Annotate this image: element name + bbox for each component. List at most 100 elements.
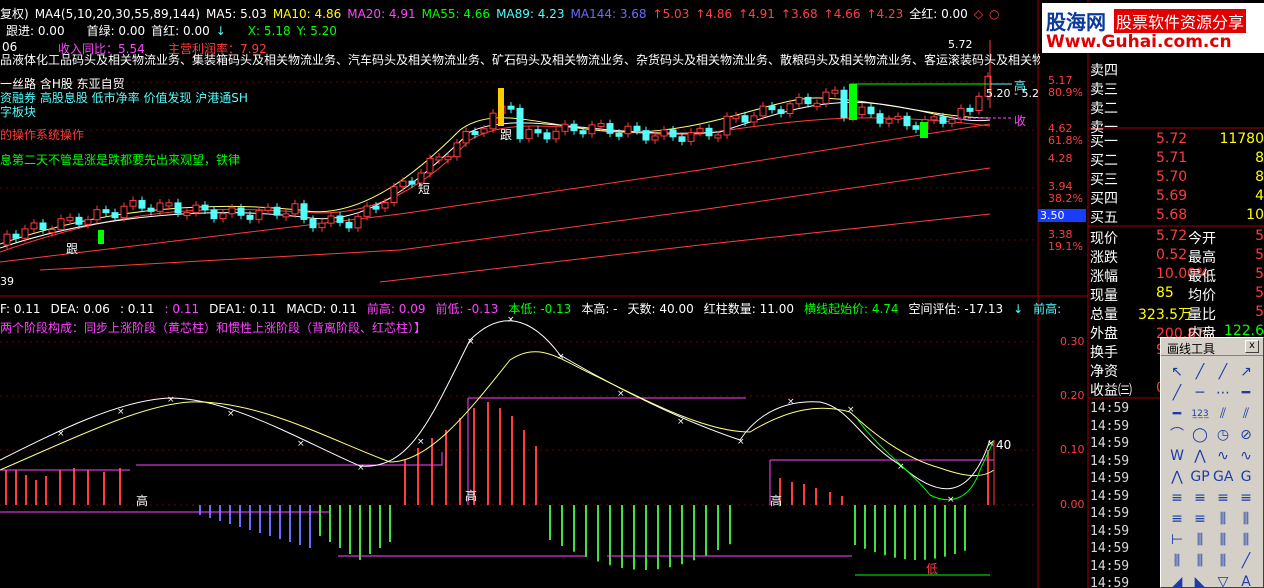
drawing-tool-button[interactable]: 1̲2̲3̲ (1190, 404, 1210, 424)
drawing-tool-button[interactable]: ⫽ (1236, 404, 1256, 424)
drawing-tool-button[interactable]: ⊘ (1236, 425, 1256, 445)
drawing-tool-button[interactable]: ∿ (1236, 446, 1256, 466)
candle-body (174, 202, 182, 214)
drawing-tool-button[interactable]: ━ (1167, 404, 1187, 424)
drawing-tool-button[interactable]: ↗ (1236, 362, 1256, 382)
drawing-tool-button[interactable]: ◢ (1167, 572, 1187, 588)
drawing-tool-button[interactable]: ⋀ (1167, 467, 1187, 487)
drawing-tool-button[interactable]: ─ (1190, 383, 1210, 403)
indicator-description: 两个阶段构成：同步上涨阶段（黄芯柱）和惯性上涨阶段（背离阶段、红芯柱）】 (0, 321, 427, 335)
price-axis-label: 4.28 (1048, 152, 1073, 165)
candle-body (39, 222, 47, 231)
drawing-tool-button[interactable]: ≡ (1213, 488, 1233, 508)
drawing-tool-button[interactable]: ╱ (1167, 383, 1187, 403)
drawing-tool-button[interactable]: ╱ (1190, 362, 1210, 382)
ref-value-3-text: 4.91 (748, 6, 775, 21)
ind-b: : 0.11 (119, 301, 155, 316)
tip-line-2: 息第二天不管是涨是跌都要先出来观望，铁律 (0, 153, 241, 167)
drawing-tool-button[interactable]: ⫽ (1213, 404, 1233, 424)
drawing-tool-button[interactable]: ⌒ (1167, 425, 1187, 445)
sell-level-row[interactable]: 卖二 (1088, 98, 1264, 117)
candle-body (777, 109, 785, 114)
drawing-tool-button[interactable]: GP (1190, 467, 1210, 487)
drawing-tool-button[interactable]: ⫼ (1213, 530, 1233, 550)
drawing-tool-button[interactable]: ↖ (1167, 362, 1187, 382)
drawing-tool-button[interactable]: ⫼ (1167, 551, 1187, 571)
concept-tags-2: 资融券 高股息股 低市净率 价值发现 沪港通SH (0, 91, 248, 105)
candle-body (732, 115, 740, 120)
buy-level-row[interactable]: 买四 5.69 4 (1088, 188, 1264, 207)
candle-body (237, 207, 245, 216)
candle-body (147, 207, 155, 212)
drawing-tool-button[interactable]: W (1167, 446, 1187, 466)
candle-body (255, 209, 263, 220)
sell-level-row[interactable]: 卖四 (1088, 60, 1264, 79)
ind-dea: DEA: 0.06 (50, 301, 110, 316)
drawing-tool-button[interactable]: ╱ (1236, 551, 1256, 571)
shouhong-value: 首红: 0.00 (151, 24, 210, 38)
drawing-tool-button[interactable]: ◯ (1190, 425, 1210, 445)
drawing-tool-button[interactable]: ⫼ (1213, 551, 1233, 571)
ma144-value: MA144: 3.68 (570, 6, 647, 21)
drawing-tool-button[interactable]: A (1236, 572, 1256, 588)
candle-body (813, 102, 821, 107)
drawing-tool-window[interactable]: 画线工具 x ↖ ╱ ╱ ↗ ╱ ─ ⋯ ━ ━ 1̲2̲3̲ ⫽ ⫽ ⌒ ◯ ◷ ⊘ W ⋀ ∿ ∿ ⋀ GP GA G ≡ ≡… (1160, 337, 1264, 588)
dif-point-marker: × (557, 352, 565, 362)
indicator-axis-label: 0.30 (1060, 335, 1085, 348)
price-axis-label: 19.1% (1048, 240, 1083, 253)
circle-icon[interactable]: ○ (989, 7, 999, 21)
drawing-tool-button[interactable]: ⫼ (1190, 530, 1210, 550)
drawing-tool-button[interactable]: ◣ (1190, 572, 1210, 588)
drawing-tool-button[interactable]: ≡ (1190, 488, 1210, 508)
sell-level-row[interactable]: 卖三 (1088, 79, 1264, 98)
drawing-tool-button[interactable]: ⫼ (1190, 551, 1210, 571)
drawing-tool-button[interactable]: ▽ (1213, 572, 1233, 588)
candle-body (822, 91, 830, 104)
quote-stat-row: 现量 85 均价 5 (1088, 285, 1264, 304)
buy-level-price: 5.70 (1156, 169, 1188, 185)
tick-time: 14:59 (1090, 506, 1130, 521)
tick-time: 14:59 (1090, 418, 1130, 434)
buy-level-row[interactable]: 买一 5.72 11780 (1088, 131, 1264, 150)
stat-value: 0.52 (1156, 247, 1188, 263)
candle-body (651, 135, 659, 141)
candle-body (390, 186, 398, 204)
range-line (136, 452, 443, 466)
drawing-tool-button[interactable]: ╱ (1213, 362, 1233, 382)
drawing-tool-titlebar[interactable]: 画线工具 x (1161, 338, 1263, 356)
drawing-tool-button[interactable]: GA (1213, 467, 1233, 487)
drawing-tool-button[interactable]: ≡ (1190, 509, 1210, 529)
drawing-tool-button[interactable]: ≡ (1167, 488, 1187, 508)
drawing-tool-button[interactable]: ∿ (1213, 446, 1233, 466)
candle-body (939, 116, 947, 124)
drawing-tool-button[interactable]: ⫼ (1236, 530, 1256, 550)
candle-body (48, 229, 56, 234)
ref-value-2: ↑4.86 (695, 6, 733, 21)
dif-point-marker: × (467, 337, 475, 347)
drawing-tool-button[interactable]: ⋯ (1213, 383, 1233, 403)
buy-level-row[interactable]: 买五 5.68 10 (1088, 207, 1264, 226)
drawing-tool-button[interactable]: ≡ (1167, 509, 1187, 529)
drawing-tool-button[interactable]: ━ (1236, 383, 1256, 403)
range-line (467, 397, 746, 505)
candle-body (435, 156, 443, 161)
buy-level-price: 5.68 (1156, 207, 1188, 223)
drawing-tool-button[interactable]: ⋀ (1190, 446, 1210, 466)
drawing-tool-button[interactable]: ⊢ (1167, 530, 1187, 550)
drawing-tool-button[interactable]: G (1236, 467, 1256, 487)
drawing-tool-button[interactable]: ⫼ (1236, 509, 1256, 529)
buy-level-price: 5.72 (1156, 131, 1188, 147)
diamond-icon[interactable]: ◇ (974, 7, 983, 21)
ma89-value: MA89: 4.23 (496, 6, 565, 21)
buy-level-row[interactable]: 买三 5.70 8 (1088, 169, 1264, 188)
close-button[interactable]: x (1245, 340, 1259, 353)
drawing-tool-button[interactable]: ⫼ (1213, 509, 1233, 529)
buy-level-row[interactable]: 买二 5.71 8 (1088, 150, 1264, 169)
genjin-value: 跟进: 0.00 (6, 24, 65, 38)
candle-body (309, 218, 317, 229)
drawing-tool-button[interactable]: ◷ (1213, 425, 1233, 445)
drawing-tool-button[interactable]: ≡ (1236, 488, 1256, 508)
chart-mode: 复权) (0, 7, 29, 21)
mark-follow-1: 跟 (66, 242, 79, 256)
dif-point-marker: × (117, 407, 125, 417)
